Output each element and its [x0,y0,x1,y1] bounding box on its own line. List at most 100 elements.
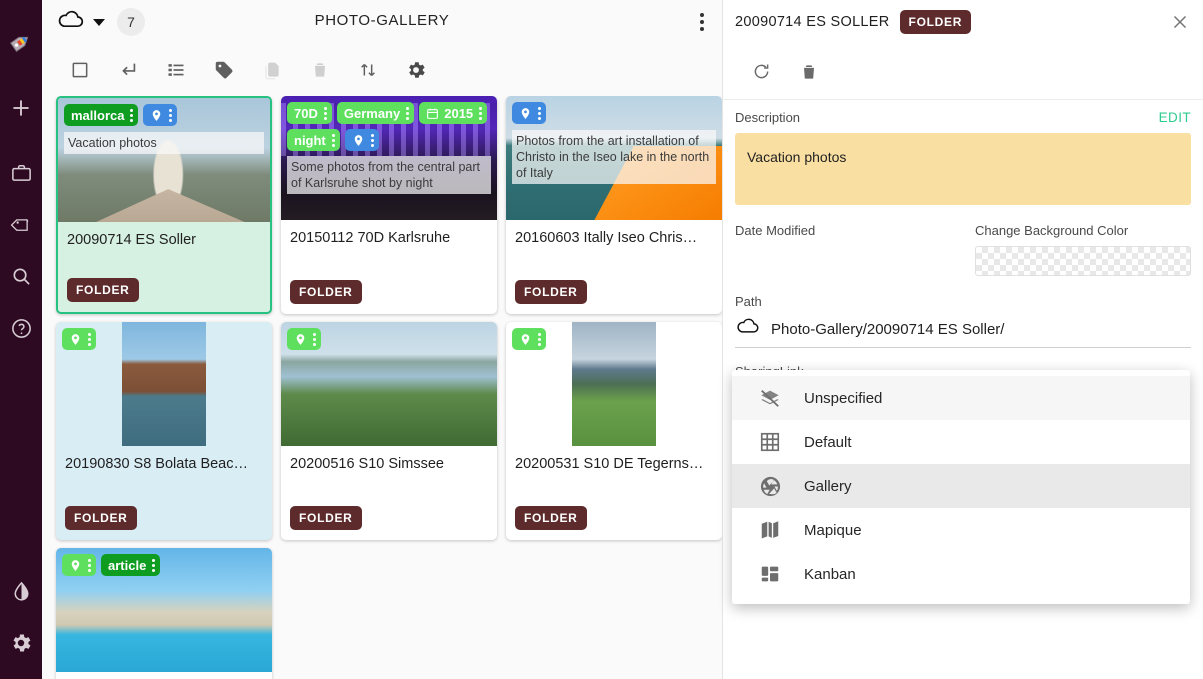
delete-button[interactable] [785,52,833,92]
tag-chip[interactable] [62,554,96,576]
tag-chip-menu-icon[interactable] [537,107,541,120]
card-item[interactable]: 70D Germany 2015 night Some photos from … [281,96,497,314]
dropdown-item-label: Kanban [804,566,856,583]
more-vertical-icon[interactable] [700,13,704,31]
dropdown-item-mapique[interactable]: Mapique [732,508,1190,552]
dropdown-item-default[interactable]: Default [732,420,1190,464]
tag-chip[interactable] [512,102,546,124]
description-label: Description [735,110,800,125]
card-item[interactable]: mallorca Vacation photos 20090714 ES Sol… [56,96,272,314]
contrast-icon[interactable] [0,565,42,617]
close-icon[interactable] [1169,11,1191,33]
card-thumbnail[interactable] [281,322,497,446]
tag-chip-menu-icon[interactable] [478,107,482,120]
tag-icon[interactable] [0,198,42,250]
settings-button[interactable] [392,50,440,90]
card-thumbnail[interactable]: mallorca Vacation photos [58,98,270,222]
help-icon[interactable] [0,302,42,354]
card-title: 20150112 70D Karlsruhe [281,220,497,246]
kanban-icon [758,563,782,585]
search-icon[interactable] [0,250,42,302]
tag-chip-menu-icon[interactable] [331,134,335,147]
description-value[interactable]: Vacation photos [735,133,1191,205]
dropdown-item-kanban[interactable]: Kanban [732,552,1190,596]
app-root: 7 PHOTO-GALLERY [0,0,1203,679]
tag-chip[interactable]: mallorca [64,104,138,126]
card-thumbnail[interactable] [506,322,722,446]
tag-chip-menu-icon[interactable] [87,333,91,346]
card-thumbnail[interactable]: article [56,548,272,672]
folder-badge: FOLDER [290,506,362,530]
tag-chip[interactable]: 2015 [419,102,487,124]
card-footer: FOLDER [58,268,270,312]
tag-chip[interactable] [345,129,379,151]
edit-description-button[interactable]: EDIT [1159,110,1191,125]
meta-row: Date Modified Change Background Color [735,223,1191,276]
background-color-field: Change Background Color [975,223,1191,276]
location-pin-icon [69,332,82,347]
tag-chip-menu-icon[interactable] [168,109,172,122]
navigate-up-button[interactable] [104,50,152,90]
delete-button[interactable] [296,50,344,90]
tag-chip[interactable]: Germany [337,102,414,124]
card-item[interactable]: 20200531 S10 DE Tegerns… FOLDER [506,322,722,540]
card-thumbnail[interactable] [56,322,272,446]
tag-chip-label: Germany [344,106,400,121]
cloud-selector[interactable] [56,9,105,36]
tag-chip-menu-icon[interactable] [312,333,316,346]
tag-chip-menu-icon[interactable] [405,107,409,120]
tag-button[interactable] [200,50,248,90]
location-pin-icon [519,332,532,347]
tag-chip-menu-icon[interactable] [537,333,541,346]
location-pin-icon [69,558,82,573]
card-tag-list [512,102,716,124]
path-row[interactable]: Photo-Gallery/20090714 ES Soller/ [735,317,1191,348]
tag-chip-menu-icon[interactable] [129,109,133,122]
card-item[interactable]: Photos from the art installation of Chri… [506,96,722,314]
folder-badge: FOLDER [515,280,587,304]
location-pin-icon [519,106,532,121]
cloud-icon [56,9,86,36]
card-item[interactable]: 20200516 S10 Simssee FOLDER [281,322,497,540]
map-icon [758,519,782,541]
tag-chip-menu-icon[interactable] [323,107,327,120]
folder-badge: FOLDER [290,280,362,304]
tag-chip[interactable]: night [287,129,340,151]
dropdown-item-label: Mapique [804,522,862,539]
aperture-icon [758,475,782,498]
tag-chip[interactable] [512,328,546,350]
logo-tag-icon[interactable] [0,16,42,68]
card-grid-scroll[interactable]: mallorca Vacation photos 20090714 ES Sol… [42,96,722,679]
background-color-swatch[interactable] [975,246,1191,276]
card-item[interactable]: 20190830 S8 Bolata Beac… FOLDER [56,322,272,540]
card-thumbnail[interactable]: Photos from the art installation of Chri… [506,96,722,220]
view-type-dropdown[interactable]: Unspecified Default Gallery Mapique Kanb… [732,370,1190,604]
card-tag-list: article [62,554,266,576]
add-icon[interactable] [0,82,42,134]
dropdown-item-gallery[interactable]: Gallery [732,464,1190,508]
card-item[interactable]: article [56,548,272,679]
tag-chip-menu-icon[interactable] [87,559,91,572]
card-thumbnail[interactable]: 70D Germany 2015 night Some photos from … [281,96,497,220]
select-all-checkbox[interactable] [56,50,104,90]
background-color-label: Change Background Color [975,223,1191,238]
tag-chip-menu-icon[interactable] [370,134,374,147]
tag-chip[interactable]: 70D [287,102,332,124]
card-tag-list: mallorca [64,104,264,126]
description-header: Description EDIT [735,110,1191,125]
dropdown-item-unspecified[interactable]: Unspecified [732,376,1190,420]
tag-chip[interactable]: article [101,554,160,576]
tag-chip[interactable] [287,328,321,350]
tag-chip-label: night [294,133,326,148]
copy-button[interactable] [248,50,296,90]
sort-button[interactable] [344,50,392,90]
list-view-button[interactable] [152,50,200,90]
card-tag-list: 70D Germany 2015 night [287,102,491,151]
tag-chip[interactable] [62,328,96,350]
tag-chip-menu-icon[interactable] [151,559,155,572]
tag-chip-label: 70D [294,106,318,121]
refresh-button[interactable] [737,52,785,92]
settings-gear-icon[interactable] [0,617,42,669]
tag-chip[interactable] [143,104,177,126]
briefcase-icon[interactable] [0,146,42,198]
